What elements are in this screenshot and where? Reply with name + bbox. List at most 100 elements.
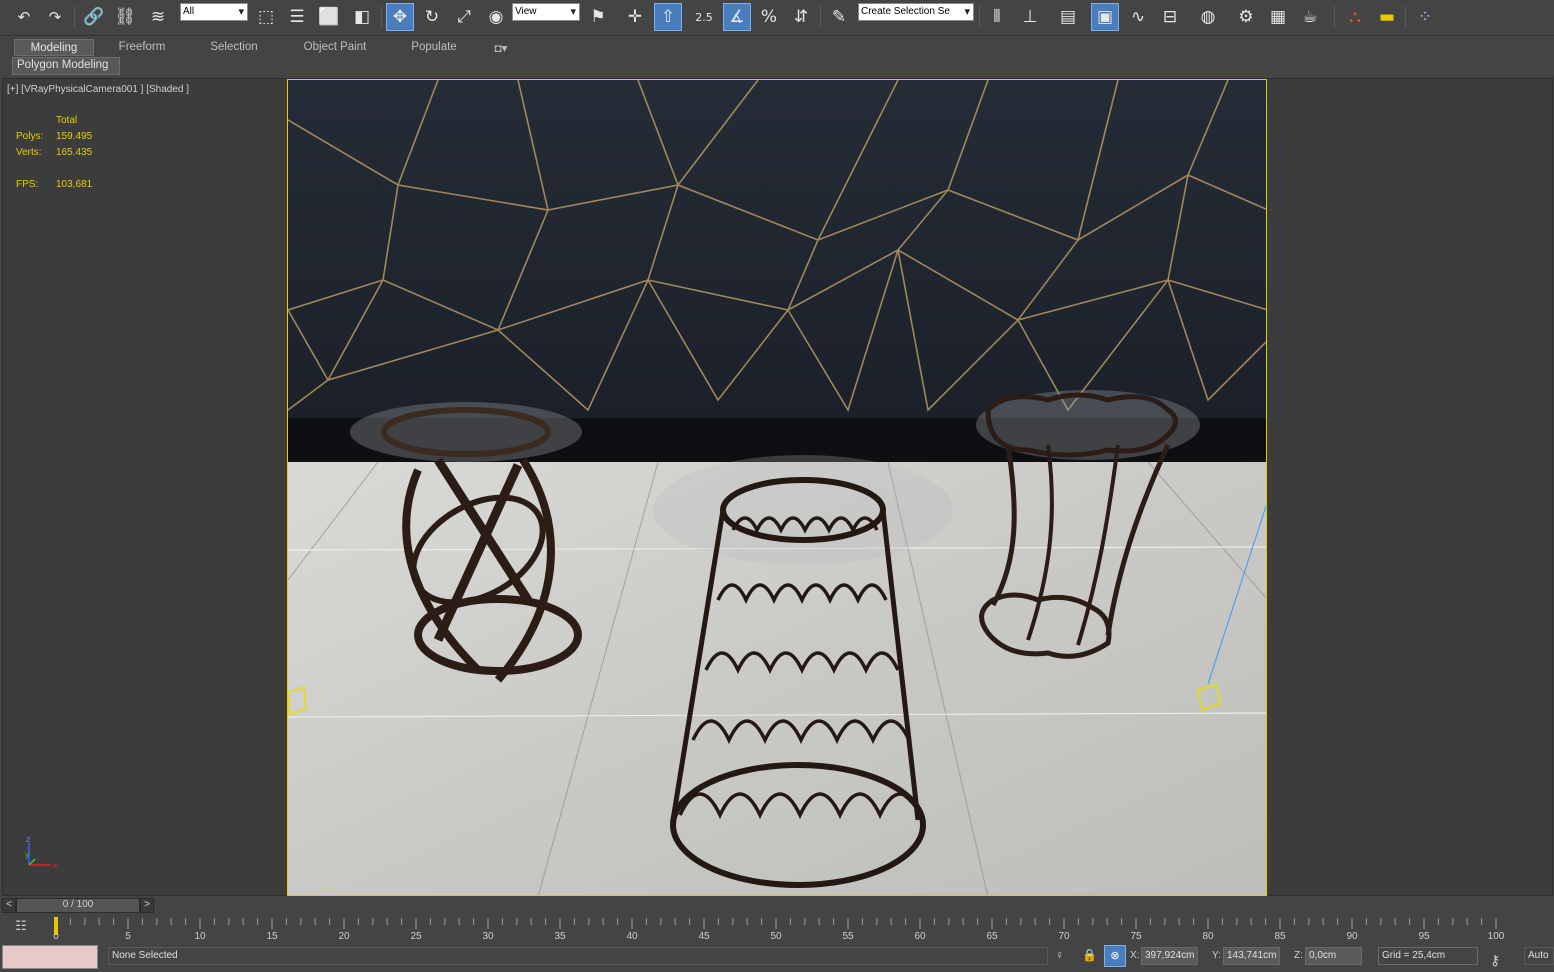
schematic-view-icon[interactable]: ⊟ xyxy=(1156,3,1184,31)
main-toolbar: ↶ ↷ 🔗 ⛓ ≋ All ⬚ ☰ ⬜ ◧ ✥ ↻ ⤢ ◉ View ⚑ ✛ ⇧… xyxy=(0,0,1554,36)
select-manipulate-icon[interactable]: ◉ xyxy=(482,3,510,31)
link-icon[interactable]: 🔗 xyxy=(80,3,108,31)
track-tick-label: 90 xyxy=(1346,931,1358,942)
teapot-icon[interactable]: ☕ xyxy=(1296,3,1324,31)
layer-icon[interactable]: ▤ xyxy=(1054,3,1082,31)
snap-icon[interactable]: 2.5 xyxy=(690,3,718,31)
rendered-frame-icon[interactable]: ▦ xyxy=(1264,3,1292,31)
tab-object-paint[interactable]: Object Paint xyxy=(292,39,378,56)
track-tick-label: 15 xyxy=(266,931,278,942)
auto-key-button[interactable]: Auto xyxy=(1524,947,1554,965)
track-tick-label: 50 xyxy=(770,931,782,942)
camera-render-area[interactable] xyxy=(287,79,1267,896)
x-coord-field[interactable]: 397,924cm xyxy=(1141,947,1198,965)
y-coord-field[interactable]: 143,741cm xyxy=(1223,947,1280,965)
named-selection-dropdown[interactable]: Create Selection Se xyxy=(858,3,974,21)
select-and-place-icon[interactable]: ⇧ xyxy=(654,3,682,31)
time-slider-thumb[interactable]: 0 / 100 xyxy=(16,898,140,913)
track-tick-label: 45 xyxy=(698,931,710,942)
tab-modeling[interactable]: Modeling xyxy=(14,39,94,56)
redo-icon[interactable]: ↷ xyxy=(41,3,69,31)
wallpaper xyxy=(288,80,1266,420)
stats-header: Total xyxy=(56,115,78,126)
polygon-modeling-panel[interactable]: Polygon Modeling xyxy=(12,57,120,75)
toolbar-separator xyxy=(1334,6,1335,28)
align-icon[interactable]: ⊥ xyxy=(1016,3,1044,31)
rotate-icon[interactable]: ↻ xyxy=(418,3,446,31)
stats-fps-value: 103,681 xyxy=(56,179,93,190)
axis-x-label: x xyxy=(53,861,58,870)
scene-explorer-icon[interactable]: ▣ xyxy=(1091,3,1119,31)
spinner-snap-icon[interactable]: ⇵ xyxy=(787,3,815,31)
toolbar-separator xyxy=(381,6,382,28)
axis-y-label: y xyxy=(25,850,30,859)
edit-named-sel-icon[interactable]: ✎ xyxy=(825,3,853,31)
track-tick-label: 40 xyxy=(626,931,638,942)
toolbar-separator xyxy=(820,6,821,28)
selection-filter-dropdown[interactable]: All xyxy=(180,3,248,21)
tab-selection[interactable]: Selection xyxy=(196,39,272,56)
keyboard-shortcut-icon[interactable]: ✛ xyxy=(621,3,649,31)
select-by-name-icon[interactable]: ☰ xyxy=(283,3,311,31)
ribbon: Modeling Freeform Selection Object Paint… xyxy=(0,37,1554,57)
undo-icon[interactable]: ↶ xyxy=(10,3,38,31)
axis-tripod: z y x xyxy=(25,835,58,870)
viewport[interactable]: [+] [VRayPhysicalCamera001 ] [Shaded ] T… xyxy=(2,78,1553,896)
grid-icon[interactable]: ⁘ xyxy=(1411,3,1439,31)
ribbon-subbar: Polygon Modeling xyxy=(0,57,1554,76)
time-slider[interactable]: < 0 / 100 > xyxy=(0,897,1554,915)
key-icon[interactable]: ⚷ xyxy=(1490,952,1500,969)
stats-polys-label: Polys: xyxy=(16,131,44,142)
track-bar[interactable]: ☷ 0 5 10 15 20 25 30 35 40 45 50 55 60 65 70 75 80 85 90 95… xyxy=(0,915,1554,942)
ribbon-options-icon[interactable]: ◘▾ xyxy=(486,39,516,56)
select-object-icon[interactable]: ⬚ xyxy=(252,3,280,31)
move-icon[interactable]: ✥ xyxy=(386,3,414,31)
measure-icon[interactable]: ▬ xyxy=(1373,3,1401,31)
toolbar-separator xyxy=(979,6,980,28)
curve-editor-icon[interactable]: ∿ xyxy=(1124,3,1152,31)
track-tick-label: 70 xyxy=(1058,931,1070,942)
window-crossing-icon[interactable]: ◧ xyxy=(348,3,376,31)
track-ticks: 0 5 10 15 20 25 30 35 40 45 50 55 60 65 70 75 80 85 90 95 10… xyxy=(53,917,1505,942)
track-tick-label: 85 xyxy=(1274,931,1286,942)
render-setup-icon[interactable]: ⚙ xyxy=(1232,3,1260,31)
rect-region-icon[interactable]: ⬜ xyxy=(315,3,343,31)
tab-populate[interactable]: Populate xyxy=(398,39,470,56)
track-tick-label: 10 xyxy=(194,931,206,942)
bind-spacewarp-icon[interactable]: ≋ xyxy=(144,3,172,31)
maxscript-listener-mini[interactable] xyxy=(2,945,98,969)
axis-z-label: z xyxy=(26,835,30,844)
track-tick-label: 80 xyxy=(1202,931,1214,942)
track-tick-label: 20 xyxy=(338,931,350,942)
isolate-icon[interactable]: ♀ xyxy=(1055,948,1064,962)
pivot-icon[interactable]: ⚑ xyxy=(584,3,612,31)
current-frame-marker[interactable] xyxy=(54,917,58,935)
next-frame-button[interactable]: > xyxy=(140,898,154,913)
mirror-icon[interactable]: ⫴ xyxy=(983,3,1011,31)
prev-frame-button[interactable]: < xyxy=(2,898,16,913)
stats-fps-label: FPS: xyxy=(16,179,39,190)
scale-icon[interactable]: ⤢ xyxy=(450,3,478,31)
scene-image xyxy=(288,80,1266,895)
material-editor-icon[interactable]: ◍ xyxy=(1194,3,1222,31)
y-coord-label: Y: xyxy=(1212,950,1221,961)
absolute-mode-icon[interactable]: ⊗ xyxy=(1104,945,1126,967)
unlink-icon[interactable]: ⛓ xyxy=(111,3,139,31)
tab-freeform[interactable]: Freeform xyxy=(104,39,180,56)
lock-selection-icon[interactable]: 🔒 xyxy=(1082,948,1097,962)
ref-coord-dropdown[interactable]: View xyxy=(512,3,580,21)
track-tick-label: 75 xyxy=(1130,931,1142,942)
track-tick-label: 30 xyxy=(482,931,494,942)
track-tick-label: 100 xyxy=(1488,931,1505,942)
vray-icon[interactable]: ⛬ xyxy=(1341,3,1369,31)
angle-snap-icon[interactable]: ∡ xyxy=(723,3,751,31)
track-tick-label: 25 xyxy=(410,931,422,942)
percent-snap-icon[interactable]: % xyxy=(755,3,783,31)
track-tick-label: 35 xyxy=(554,931,566,942)
track-tick-label: 65 xyxy=(986,931,998,942)
stats-polys-value: 159.495 xyxy=(56,131,93,142)
z-coord-field[interactable]: 0,0cm xyxy=(1305,947,1362,965)
grid-size: Grid = 25,4cm xyxy=(1378,947,1478,965)
track-tick-label: 5 xyxy=(125,931,131,942)
viewport-label[interactable]: [+] [VRayPhysicalCamera001 ] [Shaded ] xyxy=(7,84,189,95)
